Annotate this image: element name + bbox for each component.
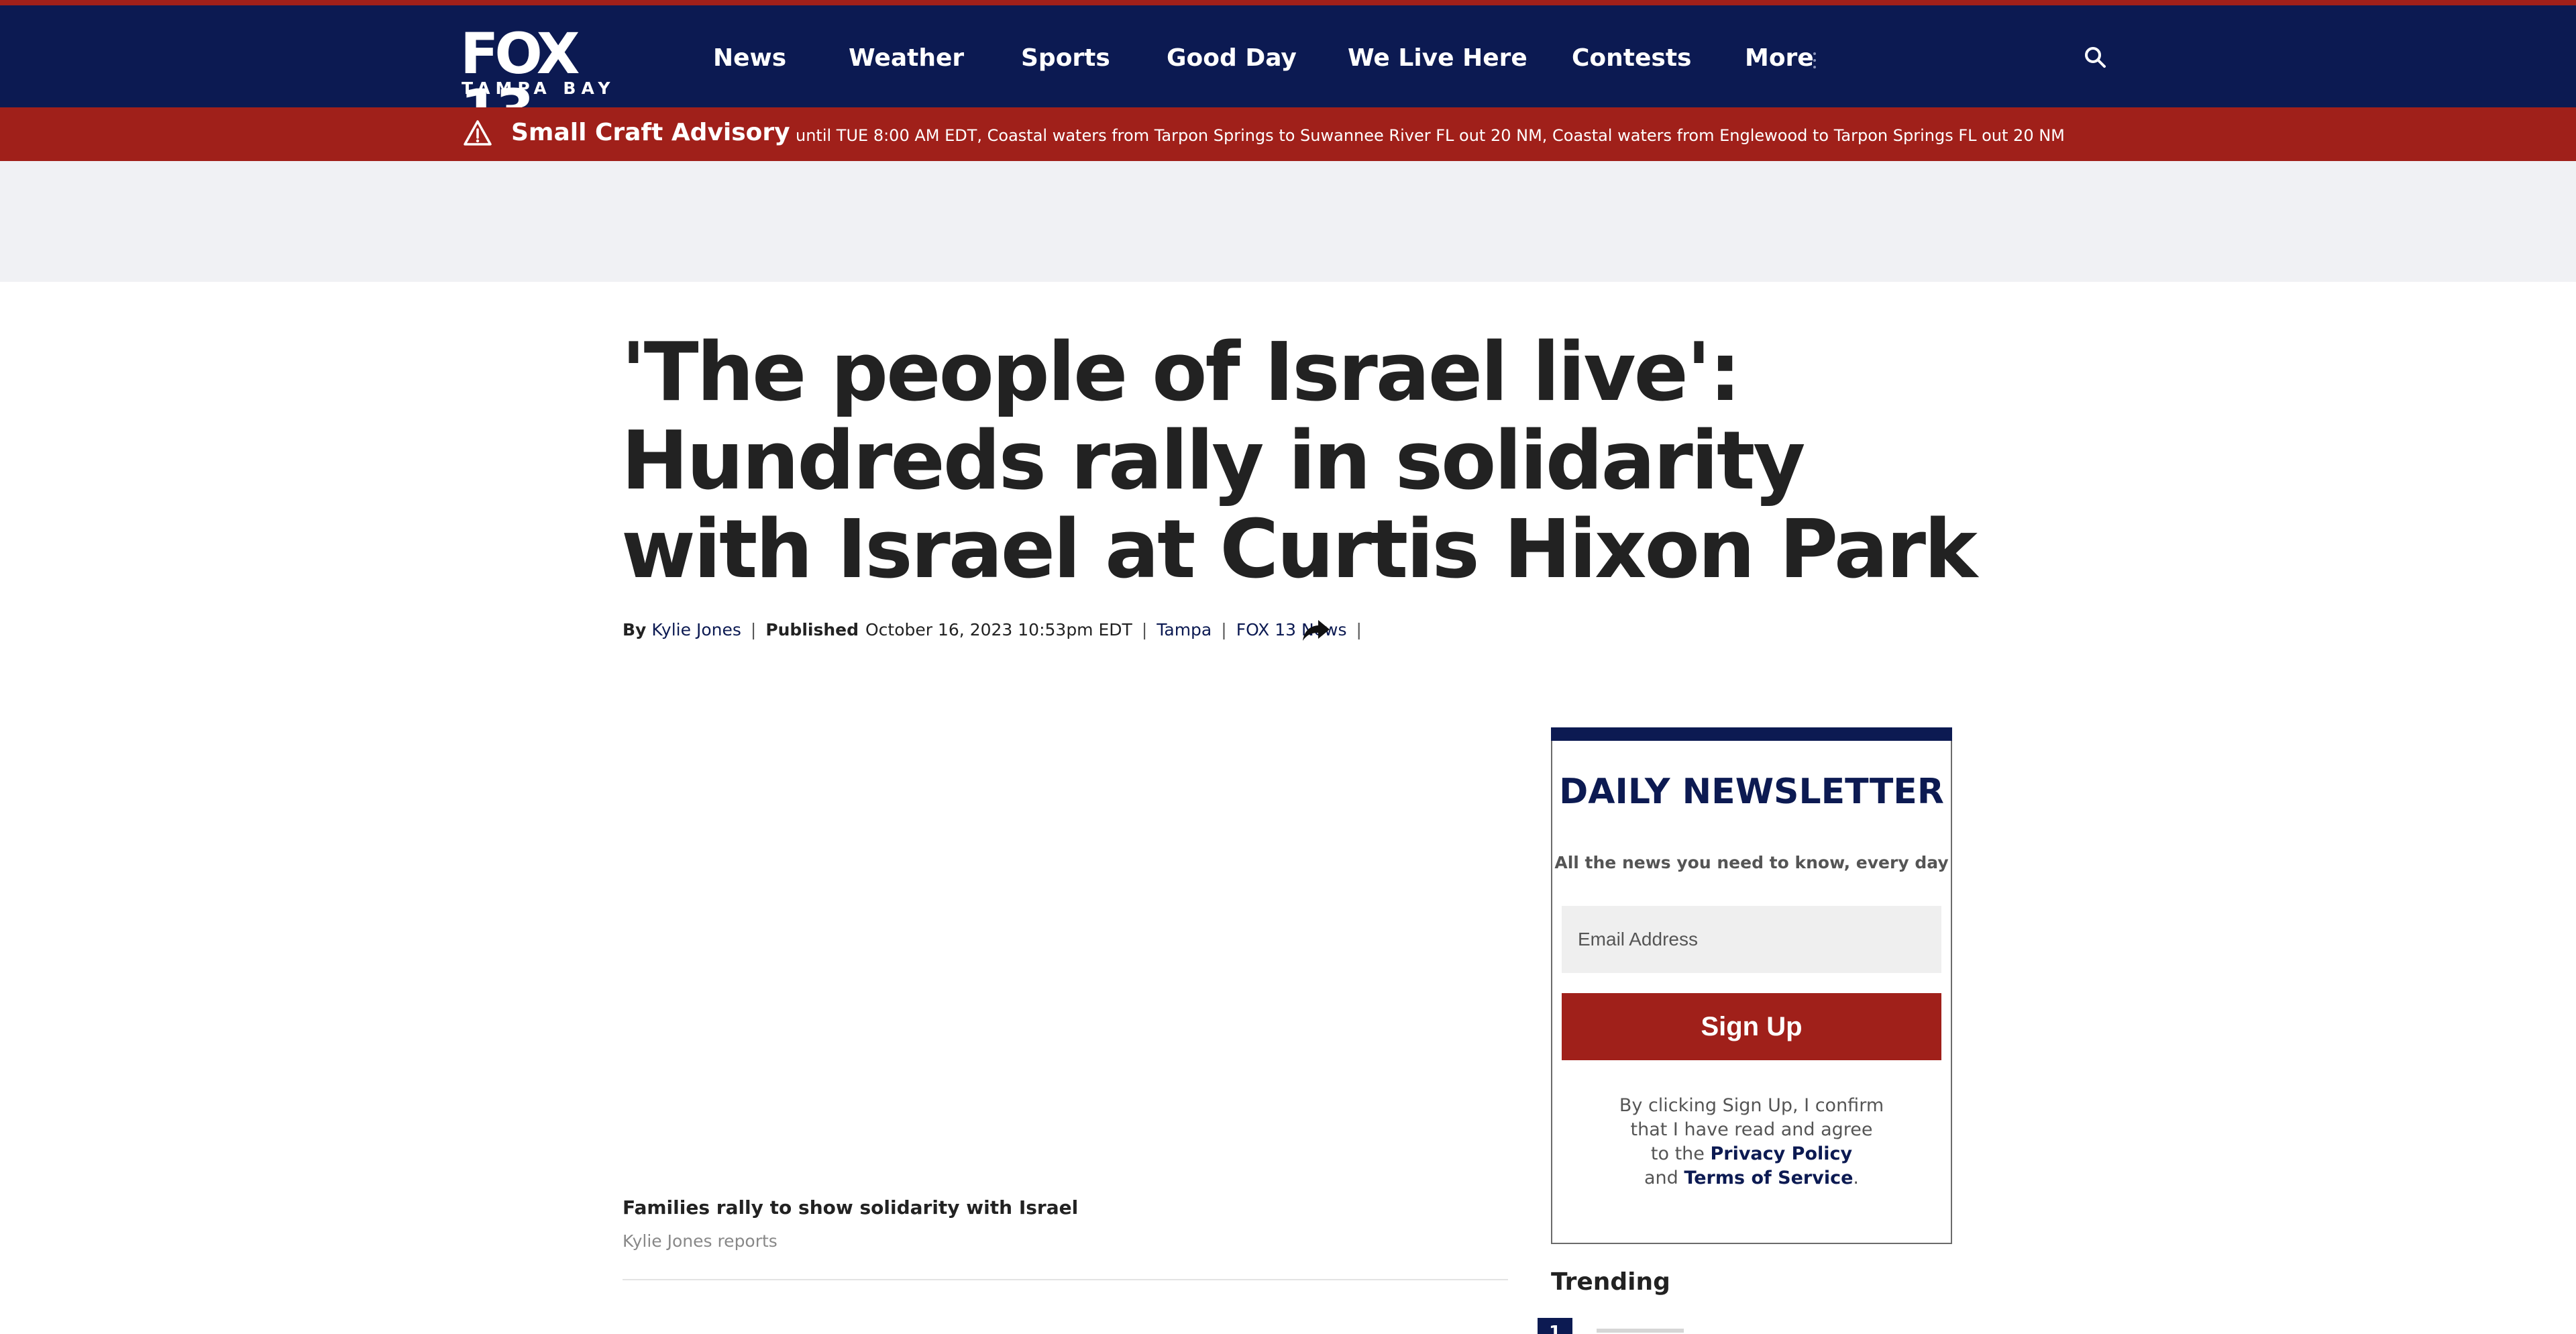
legal-line: to the Privacy Policy <box>1551 1142 1952 1166</box>
newsletter-legal-text: By clicking Sign Up, I confirm that I ha… <box>1551 1094 1952 1190</box>
article-headline: 'The people of Israel live': Hundreds ra… <box>621 326 1978 597</box>
byline-divider: | <box>750 620 757 639</box>
article-byline: By Kylie Jones | Published October 16, 2023 … <box>623 619 1371 642</box>
share-arrow-icon[interactable] <box>1301 617 1331 643</box>
trending-thumbnail[interactable] <box>1597 1329 1684 1333</box>
trending-rank-badge: 1 <box>1538 1318 1572 1334</box>
legal-line: By clicking Sign Up, I confirm <box>1619 1095 1884 1116</box>
author-link[interactable]: Kylie Jones <box>651 620 741 639</box>
sign-up-button[interactable]: Sign Up <box>1562 993 1941 1060</box>
legal-text: and <box>1644 1168 1678 1188</box>
nav-item-news[interactable]: News <box>713 43 786 74</box>
byline-divider: | <box>1221 620 1227 639</box>
privacy-policy-link[interactable]: Privacy Policy <box>1710 1143 1852 1164</box>
alert-text[interactable]: until TUE 8:00 AM EDT, Coastal waters fr… <box>796 125 2065 146</box>
warning-triangle-icon <box>463 119 492 146</box>
email-field[interactable] <box>1562 906 1941 973</box>
nav-item-more[interactable]: More <box>1745 43 1814 74</box>
nav-item-good-day[interactable]: Good Day <box>1167 43 1297 74</box>
newsletter-title: DAILY NEWSLETTER <box>1559 772 1944 812</box>
published-label: Published <box>765 620 859 639</box>
legal-line: that I have read and agree <box>1630 1119 1873 1140</box>
more-dots-icon[interactable] <box>1813 52 1817 72</box>
category-link[interactable]: Tampa <box>1157 620 1212 639</box>
nav-item-sports[interactable]: Sports <box>1021 43 1110 74</box>
published-date: October 16, 2023 10:53pm EDT <box>865 620 1132 639</box>
by-label: By <box>623 620 647 639</box>
legal-text: . <box>1853 1168 1859 1188</box>
alert-title[interactable]: Small Craft Advisory <box>511 118 790 148</box>
ad-banner-area <box>0 161 2576 282</box>
byline-divider: | <box>1141 620 1148 639</box>
trending-heading: Trending <box>1551 1268 1670 1296</box>
site-header: FOX 13 TAMPA BAY News Weather Sports Goo… <box>0 5 2576 138</box>
divider <box>623 1279 1508 1280</box>
video-caption-title: Families rally to show solidarity with I… <box>623 1196 1079 1219</box>
newsletter-subtitle: All the news you need to know, every day <box>1554 853 1949 872</box>
top-accent-line <box>0 0 2576 5</box>
fox13-logo[interactable]: FOX 13 TAMPA BAY <box>460 25 621 138</box>
byline-divider: | <box>1356 620 1362 639</box>
legal-text: to the <box>1650 1143 1705 1164</box>
terms-of-service-link[interactable]: Terms of Service <box>1684 1168 1853 1188</box>
search-icon[interactable] <box>2084 46 2106 68</box>
nav-item-weather[interactable]: Weather <box>849 43 964 74</box>
video-caption-subtitle: Kylie Jones reports <box>623 1231 777 1251</box>
nav-item-we-live-here[interactable]: We Live Here <box>1348 43 1527 74</box>
legal-line: and Terms of Service. <box>1551 1166 1952 1190</box>
newsletter-top-bar <box>1551 727 1952 741</box>
nav-item-contests[interactable]: Contests <box>1572 43 1691 74</box>
logo-sub-text: TAMPA BAY <box>462 79 616 98</box>
